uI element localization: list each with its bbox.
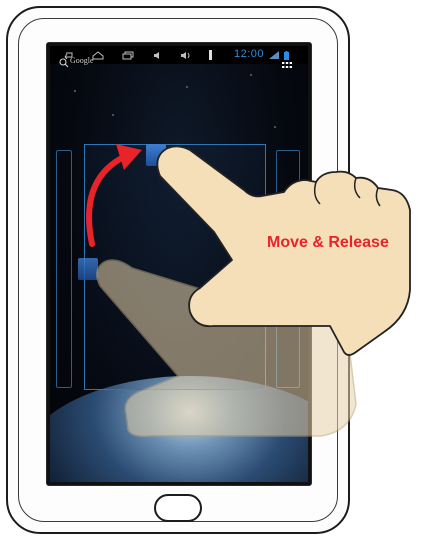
gesture-instruction: Move & Release (267, 234, 389, 251)
home-button[interactable] (154, 494, 202, 522)
drag-arrow-icon (86, 144, 142, 247)
gesture-overlay (86, 144, 411, 438)
